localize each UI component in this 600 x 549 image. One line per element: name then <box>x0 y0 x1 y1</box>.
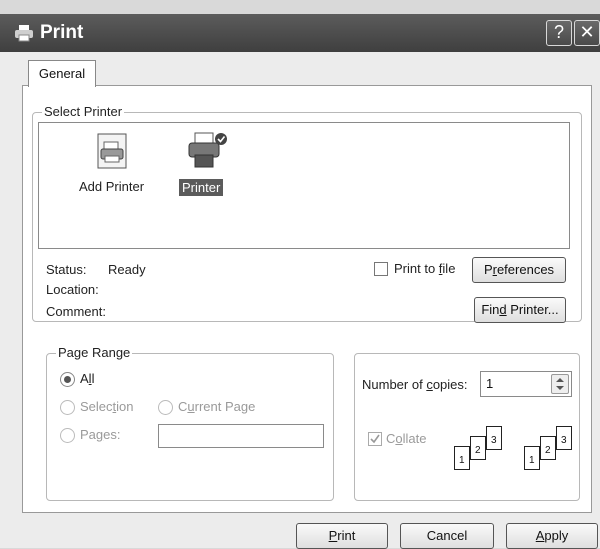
collate-page: 1 <box>524 446 540 470</box>
printer-icon <box>188 132 227 168</box>
add-printer-icon <box>97 133 127 169</box>
window-title: Print <box>40 22 84 43</box>
comment-label: Comment: <box>46 304 106 319</box>
collate-label[interactable]: Collate <box>386 431 426 446</box>
print-to-file-label[interactable]: Print to file <box>394 261 455 276</box>
print-to-file-checkbox[interactable] <box>374 262 388 276</box>
location-label: Location: <box>46 282 99 297</box>
collate-page: 2 <box>470 436 486 460</box>
spinner-arrows-icon <box>556 378 564 390</box>
collate-page: 3 <box>486 426 502 450</box>
pages-input[interactable] <box>158 424 324 448</box>
copies-label: Number of copies: <box>362 377 468 392</box>
copies-input[interactable]: 1 <box>480 371 572 397</box>
cancel-button[interactable]: Cancel <box>400 523 494 549</box>
collate-page: 2 <box>540 436 556 460</box>
current-page-radio[interactable] <box>158 400 173 415</box>
select-printer-label: Select Printer <box>42 104 125 119</box>
print-dialog: Print ? ✕ General Select Printer Add Pri… <box>0 14 600 549</box>
printer-item-label: Add Printer <box>79 179 145 194</box>
pages-label[interactable]: Pages: <box>80 427 120 442</box>
current-page-label[interactable]: Current Page <box>178 399 255 414</box>
copies-value: 1 <box>486 376 494 391</box>
pages-radio[interactable] <box>60 428 75 443</box>
print-button[interactable]: Print <box>296 523 388 549</box>
printer-item-label: Printer <box>179 179 224 196</box>
close-button[interactable]: ✕ <box>574 20 600 46</box>
find-printer-button[interactable]: Find Printer... <box>474 297 566 323</box>
status-value: Ready <box>108 262 146 277</box>
tab-general[interactable]: General <box>28 60 96 87</box>
all-radio[interactable] <box>60 372 75 387</box>
status-label: Status: <box>46 262 87 277</box>
help-button[interactable]: ? <box>546 20 572 46</box>
printer-icon <box>15 25 33 42</box>
selection-radio[interactable] <box>60 400 75 415</box>
collate-checkbox[interactable] <box>368 432 382 446</box>
apply-button[interactable]: Apply <box>506 523 598 549</box>
checkmark-icon <box>370 434 380 444</box>
all-label[interactable]: All <box>80 371 94 386</box>
collate-page: 1 <box>454 446 470 470</box>
preferences-button[interactable]: Preferences <box>472 257 566 283</box>
title-bar[interactable]: Print ? ✕ <box>0 14 600 52</box>
collate-page: 3 <box>556 426 572 450</box>
printer-list[interactable]: Add Printer Printer <box>38 122 570 249</box>
page-range-label: Page Range <box>56 345 133 360</box>
copies-spinner[interactable] <box>551 374 569 394</box>
selection-label[interactable]: Selection <box>80 399 134 414</box>
